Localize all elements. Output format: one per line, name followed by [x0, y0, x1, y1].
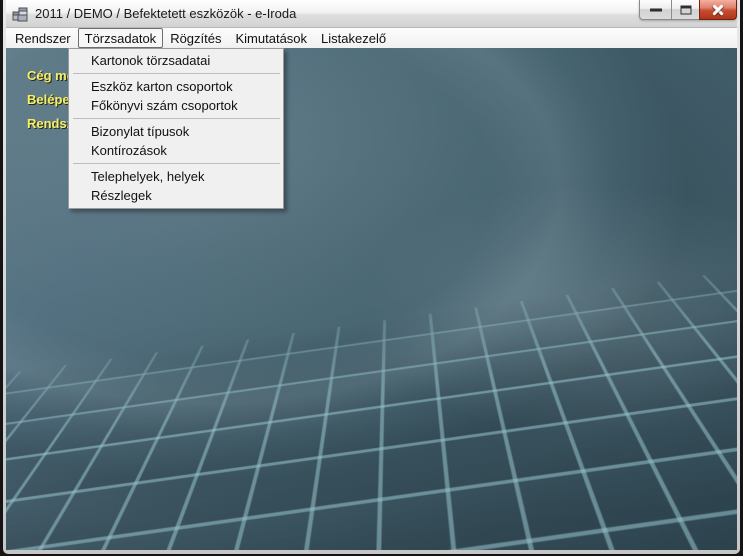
menubar-item-kimutatasok[interactable]: Kimutatások [229, 28, 315, 48]
menu-separator [73, 163, 280, 164]
desktop-label-rendszer: Rendsz [27, 116, 73, 131]
window-controls [639, 0, 737, 20]
minimize-icon [650, 8, 662, 11]
menubar-item-label: Törzsadatok [85, 31, 157, 46]
maximize-icon [680, 5, 691, 14]
menubar-item-label: Listakezelő [321, 31, 386, 46]
menu-item-eszkoz-karton-csoportok[interactable]: Eszköz karton csoportok [69, 77, 283, 96]
minimize-button[interactable] [639, 0, 672, 20]
menubar-item-listakezelo[interactable]: Listakezelő [314, 28, 393, 48]
menu-item-telephelyek-helyek[interactable]: Telephelyek, helyek [69, 167, 283, 186]
menu-item-fokonyvi-szam-csoportok[interactable]: Főkönyvi szám csoportok [69, 96, 283, 115]
menubar-item-rendszer[interactable]: Rendszer [8, 28, 78, 48]
close-icon [700, 0, 736, 19]
menubar-item-label: Rögzítés [170, 31, 221, 46]
maximize-button[interactable] [672, 0, 699, 20]
menubar-item-rogzites[interactable]: Rögzítés [163, 28, 228, 48]
close-button[interactable] [699, 0, 737, 20]
menu-item-bizonylat-tipusok[interactable]: Bizonylat típusok [69, 122, 283, 141]
desktop-label-ceg: Cég me [27, 68, 74, 83]
menu-item-kartonok-torzsadatai[interactable]: Kartonok törzsadatai [69, 51, 283, 70]
menu-separator [73, 73, 280, 74]
dropdown-menu-torzsadatok: Kartonok törzsadatai Eszköz karton csopo… [68, 48, 284, 209]
menubar: Rendszer Törzsadatok Rögzítés Kimutatáso… [6, 28, 737, 48]
menu-item-kontirozasok[interactable]: Kontírozások [69, 141, 283, 160]
menubar-item-torzsadatok[interactable]: Törzsadatok [78, 28, 164, 48]
menubar-item-label: Kimutatások [236, 31, 308, 46]
window-title: 2011 / DEMO / Befektetett eszközök - e-I… [35, 6, 296, 21]
menu-separator [73, 118, 280, 119]
app-cubes-icon[interactable] [12, 6, 28, 22]
window-titlebar[interactable]: 2011 / DEMO / Befektetett eszközök - e-I… [6, 0, 737, 28]
app-window: 2011 / DEMO / Befektetett eszközök - e-I… [0, 0, 743, 556]
menu-item-reszlegek[interactable]: Részlegek [69, 186, 283, 205]
desktop-label-belepes: Belépe [27, 92, 70, 107]
menubar-item-label: Rendszer [15, 31, 71, 46]
